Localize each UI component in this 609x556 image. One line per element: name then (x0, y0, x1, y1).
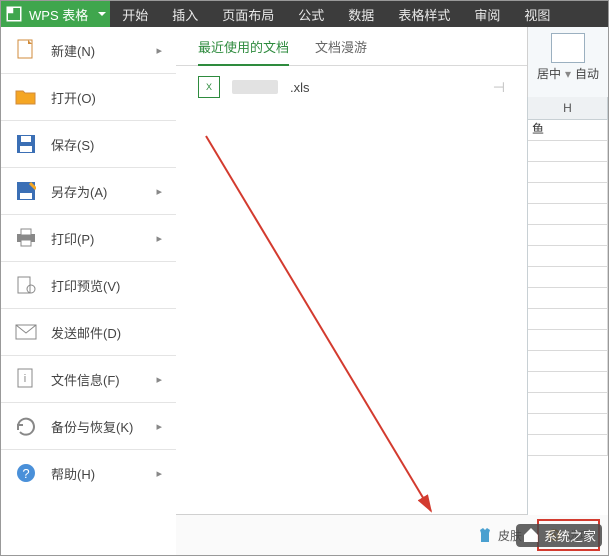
xls-file-icon: X (198, 76, 220, 98)
cell[interactable] (528, 162, 608, 183)
saveas-icon (15, 180, 37, 202)
menu-start[interactable]: 开始 (110, 1, 160, 27)
menu-review[interactable]: 审阅 (462, 1, 512, 27)
print-icon (15, 227, 37, 249)
file-menu-label: 另存为(A) (51, 182, 107, 201)
file-menu-save[interactable]: 保存(S) (1, 121, 176, 167)
file-menu-open[interactable]: 打开(O) (1, 74, 176, 120)
file-menu-file-info[interactable]: i 文件信息(F) ▸ (1, 356, 176, 402)
ribbon-auto-label: 自动 (575, 65, 599, 82)
cell[interactable] (528, 372, 608, 393)
new-file-icon (15, 39, 37, 61)
pin-icon[interactable]: ⊣ (493, 79, 505, 96)
watermark-text: 系统之家 (544, 526, 596, 545)
recent-panel: 最近使用的文档 文档漫游 X .xls ⊣ (176, 27, 528, 515)
cell[interactable] (528, 183, 608, 204)
spreadsheet-grid[interactable]: H 鱼 (527, 97, 608, 515)
menu-view[interactable]: 视图 (512, 1, 562, 27)
chevron-right-icon: ▸ (156, 185, 162, 198)
svg-text:i: i (24, 373, 26, 385)
file-info-icon: i (15, 368, 37, 390)
chevron-right-icon: ▸ (156, 373, 162, 386)
open-folder-icon (15, 86, 37, 108)
recent-tabs: 最近使用的文档 文档漫游 (176, 27, 527, 66)
recent-doc-row[interactable]: X .xls ⊣ (176, 66, 527, 108)
file-menu-print-preview[interactable]: 打印预览(V) (1, 262, 176, 308)
column-header[interactable]: H (528, 97, 608, 119)
cell[interactable] (528, 435, 608, 456)
chevron-right-icon: ▸ (156, 44, 162, 57)
chevron-right-icon: ▸ (156, 232, 162, 245)
cell[interactable] (528, 204, 608, 225)
recent-doc-name-redacted (232, 80, 278, 94)
file-menu-label: 打印(P) (51, 229, 94, 248)
tab-doc-roaming[interactable]: 文档漫游 (315, 37, 367, 66)
ribbon-fragment: 居中 ▾ 自动 (528, 27, 608, 104)
file-menu-saveas[interactable]: 另存为(A) ▸ (1, 168, 176, 214)
menubar: WPS 表格 开始 插入 页面布局 公式 数据 表格样式 审阅 视图 (1, 1, 608, 27)
chevron-right-icon: ▸ (156, 420, 162, 433)
cell[interactable]: 鱼 (528, 120, 608, 141)
cell[interactable] (528, 414, 608, 435)
backup-icon (15, 415, 37, 437)
file-menu-label: 打开(O) (51, 88, 96, 107)
cell[interactable] (528, 351, 608, 372)
save-icon (15, 133, 37, 155)
file-menu-backup-restore[interactable]: 备份与恢复(K) ▸ (1, 403, 176, 449)
app-logo (1, 1, 27, 27)
house-icon (522, 526, 540, 544)
menu-tablestyle[interactable]: 表格样式 (386, 1, 462, 27)
file-menu-send-mail[interactable]: 发送邮件(D) (1, 309, 176, 355)
file-menu-print[interactable]: 打印(P) ▸ (1, 215, 176, 261)
cell[interactable] (528, 267, 608, 288)
watermark: 系统之家 (516, 521, 602, 549)
file-menu-label: 帮助(H) (51, 464, 95, 483)
cell[interactable] (528, 393, 608, 414)
menu-data[interactable]: 数据 (336, 1, 386, 27)
cell[interactable] (528, 225, 608, 246)
app-title[interactable]: WPS 表格 (27, 1, 94, 27)
help-icon: ? (15, 462, 37, 484)
file-menu-label: 保存(S) (51, 135, 94, 154)
tshirt-icon (477, 527, 493, 543)
cell[interactable] (528, 330, 608, 351)
menu-formula[interactable]: 公式 (286, 1, 336, 27)
tab-recent-docs[interactable]: 最近使用的文档 (198, 37, 289, 66)
cell[interactable] (528, 288, 608, 309)
file-menu-new[interactable]: 新建(N) ▸ (1, 27, 176, 73)
file-menu-label: 新建(N) (51, 41, 95, 60)
cell[interactable] (528, 141, 608, 162)
chevron-right-icon: ▸ (156, 467, 162, 480)
file-menu-help[interactable]: ? 帮助(H) ▸ (1, 450, 176, 496)
mail-icon (15, 321, 37, 343)
cell[interactable] (528, 246, 608, 267)
file-menu-label: 备份与恢复(K) (51, 417, 133, 436)
svg-text:?: ? (22, 466, 29, 481)
file-menu-label: 打印预览(V) (51, 276, 120, 295)
file-menu-label: 发送邮件(D) (51, 323, 121, 342)
menu-layout[interactable]: 页面布局 (210, 1, 286, 27)
ribbon-format-box[interactable] (551, 33, 585, 63)
file-menu: 新建(N) ▸ 打开(O) 保存(S) 另存为(A) ▸ 打印(P) ▸ 打印预… (1, 27, 177, 555)
file-menu-label: 文件信息(F) (51, 370, 120, 389)
column-header-row: H (528, 97, 608, 120)
app-menu-dropdown[interactable] (94, 1, 110, 27)
ribbon-center-label: 居中 (537, 65, 561, 82)
print-preview-icon (15, 274, 37, 296)
cell[interactable] (528, 309, 608, 330)
recent-doc-ext: .xls (290, 80, 310, 95)
menu-insert[interactable]: 插入 (160, 1, 210, 27)
